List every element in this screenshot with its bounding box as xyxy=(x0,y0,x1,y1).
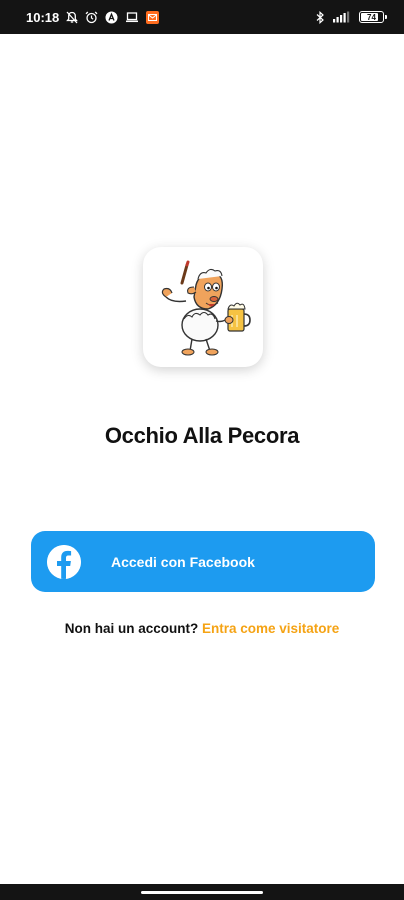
battery-level: 74 xyxy=(367,12,376,22)
sheep-with-beer-logo xyxy=(161,260,251,356)
app-logo xyxy=(143,247,263,367)
signal-icon xyxy=(332,11,352,23)
login-screen: 10:18 74 Occhio Alla Pecora Accedi con F… xyxy=(0,0,404,900)
app-title: Occhio Alla Pecora xyxy=(104,423,300,448)
alarm-icon xyxy=(85,11,98,24)
bell-off-icon xyxy=(66,11,79,24)
facebook-icon xyxy=(47,544,81,579)
status-right: 74 xyxy=(316,10,387,24)
facebook-login-button[interactable]: Accedi con Facebook xyxy=(31,531,375,592)
navigation-bar xyxy=(0,884,404,900)
status-bar: 10:18 74 xyxy=(0,0,404,34)
mail-notification-icon xyxy=(146,10,160,24)
laptop-icon xyxy=(125,11,139,23)
facebook-button-label: Accedi con Facebook xyxy=(111,553,255,570)
status-left: 10:18 xyxy=(26,9,160,25)
guest-access-row: Non hai un account? Entra come visitator… xyxy=(0,621,404,636)
guest-login-link[interactable]: Entra come visitatore xyxy=(202,621,339,636)
bluetooth-icon xyxy=(316,10,325,24)
battery-icon: 74 xyxy=(359,11,387,23)
a-circle-icon xyxy=(105,11,118,24)
status-time: 10:18 xyxy=(26,9,60,25)
no-account-text: Non hai un account? xyxy=(64,621,202,636)
home-indicator[interactable] xyxy=(141,890,263,894)
